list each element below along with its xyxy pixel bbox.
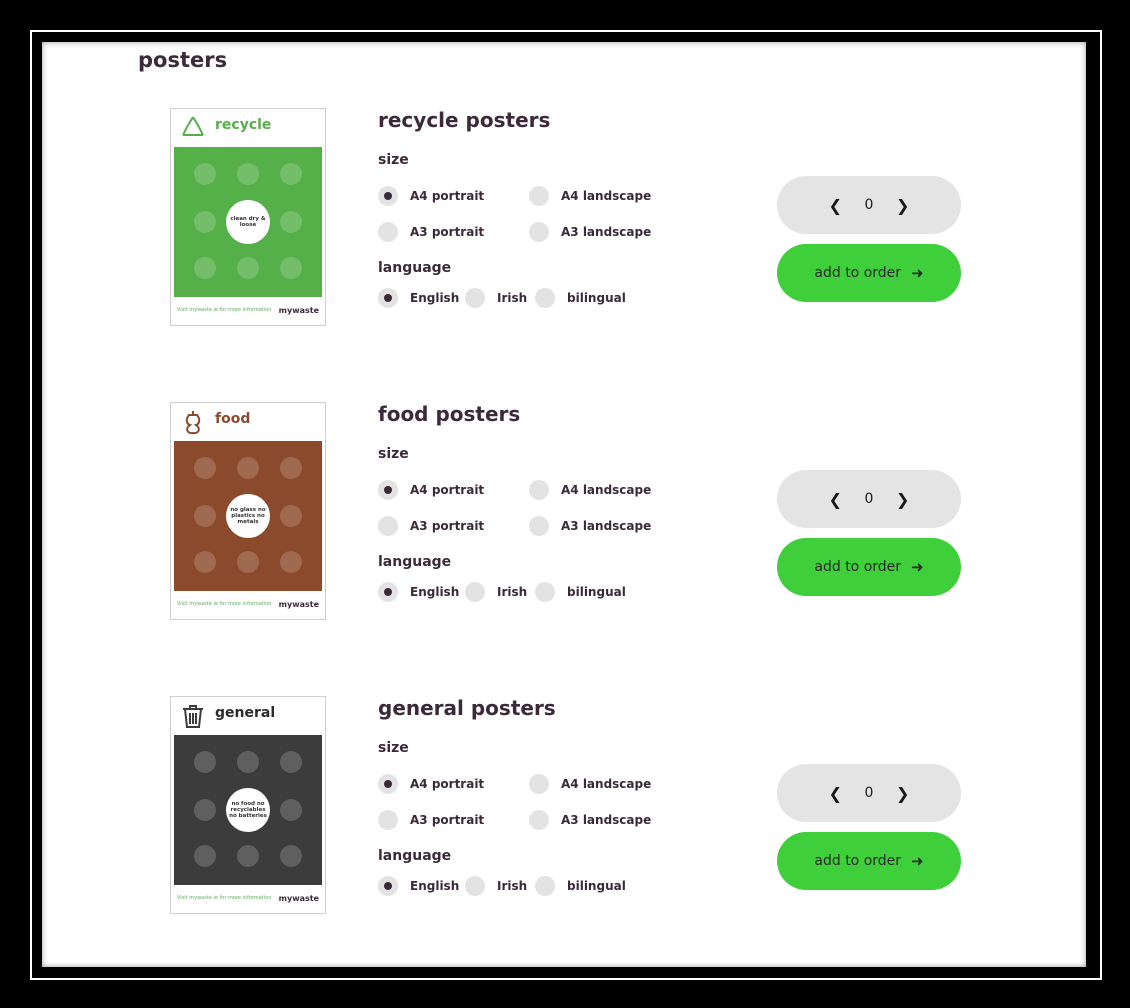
radio-selected-icon[interactable] <box>378 288 398 308</box>
size-label: size <box>378 740 409 756</box>
language-option-bilingual[interactable]: bilingual <box>535 288 626 308</box>
size-option-a3-landscape[interactable]: A3 landscape <box>529 516 651 536</box>
chevron-left-icon[interactable]: ❮ <box>829 490 842 509</box>
size-option-a4-portrait[interactable]: A4 portrait <box>378 186 484 206</box>
radio-selected-icon[interactable] <box>378 480 398 500</box>
size-option-a3-landscape[interactable]: A3 landscape <box>529 810 651 830</box>
language-option-english[interactable]: English <box>378 288 459 308</box>
size-option-a4-landscape[interactable]: A4 landscape <box>529 480 651 500</box>
language-option-bilingual[interactable]: bilingual <box>535 582 626 602</box>
chevron-right-icon[interactable]: ❯ <box>896 196 909 215</box>
poster-thumbnail-recycle[interactable]: recycle clean dry & loose Visit mywaste.… <box>170 108 326 326</box>
radio-icon[interactable] <box>378 516 398 536</box>
language-label: language <box>378 260 452 276</box>
poster-footer-text: Visit mywaste.ie for more information <box>177 307 272 313</box>
radio-icon[interactable] <box>529 516 549 536</box>
product-title: recycle posters <box>378 108 551 132</box>
add-to-order-button[interactable]: add to order ➜ <box>777 244 961 302</box>
radio-icon[interactable] <box>465 876 485 896</box>
radio-selected-icon[interactable] <box>378 186 398 206</box>
quantity-value: 0 <box>864 491 874 507</box>
radio-selected-icon[interactable] <box>378 876 398 896</box>
recycle-icon <box>182 116 204 136</box>
size-option-a4-landscape[interactable]: A4 landscape <box>529 774 651 794</box>
size-label: size <box>378 152 409 168</box>
chevron-right-icon[interactable]: ❯ <box>896 490 909 509</box>
quantity-stepper: ❮ 0 ❯ <box>777 470 961 528</box>
size-option-a4-portrait[interactable]: A4 portrait <box>378 480 484 500</box>
language-option-irish[interactable]: Irish <box>465 288 527 308</box>
radio-icon[interactable] <box>378 222 398 242</box>
page-title: posters <box>138 48 228 72</box>
poster-thumbnail-body: no glass no plastics no metals <box>174 441 322 591</box>
radio-icon[interactable] <box>465 288 485 308</box>
poster-thumbnail-body: no food no recyclables no batteries <box>174 735 322 885</box>
language-option-irish[interactable]: Irish <box>465 582 527 602</box>
size-option-a3-portrait[interactable]: A3 portrait <box>378 810 484 830</box>
arrow-right-icon: ➜ <box>911 852 924 870</box>
posters-page: posters recycle clean dry & loose Visit … <box>42 42 1086 967</box>
poster-thumbnail-title: recycle <box>215 117 272 133</box>
radio-icon[interactable] <box>535 876 555 896</box>
radio-icon[interactable] <box>465 582 485 602</box>
radio-selected-icon[interactable] <box>378 774 398 794</box>
product-title: food posters <box>378 402 521 426</box>
chevron-left-icon[interactable]: ❮ <box>829 196 842 215</box>
language-option-bilingual[interactable]: bilingual <box>535 876 626 896</box>
apple-core-icon <box>185 411 201 435</box>
poster-badge: no glass no plastics no metals <box>226 494 270 538</box>
language-label: language <box>378 554 452 570</box>
radio-icon[interactable] <box>535 288 555 308</box>
bin-icon <box>183 705 203 728</box>
radio-icon[interactable] <box>378 810 398 830</box>
quantity-stepper: ❮ 0 ❯ <box>777 764 961 822</box>
radio-icon[interactable] <box>529 810 549 830</box>
language-option-english[interactable]: English <box>378 876 459 896</box>
arrow-right-icon: ➜ <box>911 558 924 576</box>
poster-footer-text: Visit mywaste.ie for more information <box>177 601 272 607</box>
mywaste-logo: mywaste <box>278 599 319 609</box>
size-label: size <box>378 446 409 462</box>
arrow-right-icon: ➜ <box>911 264 924 282</box>
poster-footer-text: Visit mywaste.ie for more information <box>177 895 272 901</box>
size-option-a3-portrait[interactable]: A3 portrait <box>378 222 484 242</box>
language-option-irish[interactable]: Irish <box>465 876 527 896</box>
product-food-posters: food no glass no plastics no metals Visi… <box>42 402 1086 620</box>
add-to-order-button[interactable]: add to order ➜ <box>777 832 961 890</box>
product-recycle-posters: recycle clean dry & loose Visit mywaste.… <box>42 108 1086 326</box>
poster-thumbnail-title: food <box>215 411 251 427</box>
poster-badge: clean dry & loose <box>226 200 270 244</box>
radio-icon[interactable] <box>529 774 549 794</box>
radio-icon[interactable] <box>529 222 549 242</box>
radio-selected-icon[interactable] <box>378 582 398 602</box>
size-option-a3-portrait[interactable]: A3 portrait <box>378 516 484 536</box>
mywaste-logo: mywaste <box>278 893 319 903</box>
poster-badge: no food no recyclables no batteries <box>226 788 270 832</box>
quantity-stepper: ❮ 0 ❯ <box>777 176 961 234</box>
add-to-order-button[interactable]: add to order ➜ <box>777 538 961 596</box>
radio-icon[interactable] <box>529 480 549 500</box>
mywaste-logo: mywaste <box>278 305 319 315</box>
poster-thumbnail-general[interactable]: general no food no recyclables no batter… <box>170 696 326 914</box>
quantity-value: 0 <box>864 197 874 213</box>
quantity-value: 0 <box>864 785 874 801</box>
size-option-a4-portrait[interactable]: A4 portrait <box>378 774 484 794</box>
product-general-posters: general no food no recyclables no batter… <box>42 696 1086 914</box>
size-option-a4-landscape[interactable]: A4 landscape <box>529 186 651 206</box>
radio-icon[interactable] <box>529 186 549 206</box>
screenshot-frame: posters recycle clean dry & loose Visit … <box>30 30 1102 980</box>
poster-thumbnail-food[interactable]: food no glass no plastics no metals Visi… <box>170 402 326 620</box>
language-label: language <box>378 848 452 864</box>
radio-icon[interactable] <box>535 582 555 602</box>
language-option-english[interactable]: English <box>378 582 459 602</box>
size-option-a3-landscape[interactable]: A3 landscape <box>529 222 651 242</box>
product-title: general posters <box>378 696 556 720</box>
poster-thumbnail-title: general <box>215 705 276 721</box>
chevron-left-icon[interactable]: ❮ <box>829 784 842 803</box>
poster-thumbnail-body: clean dry & loose <box>174 147 322 297</box>
chevron-right-icon[interactable]: ❯ <box>896 784 909 803</box>
